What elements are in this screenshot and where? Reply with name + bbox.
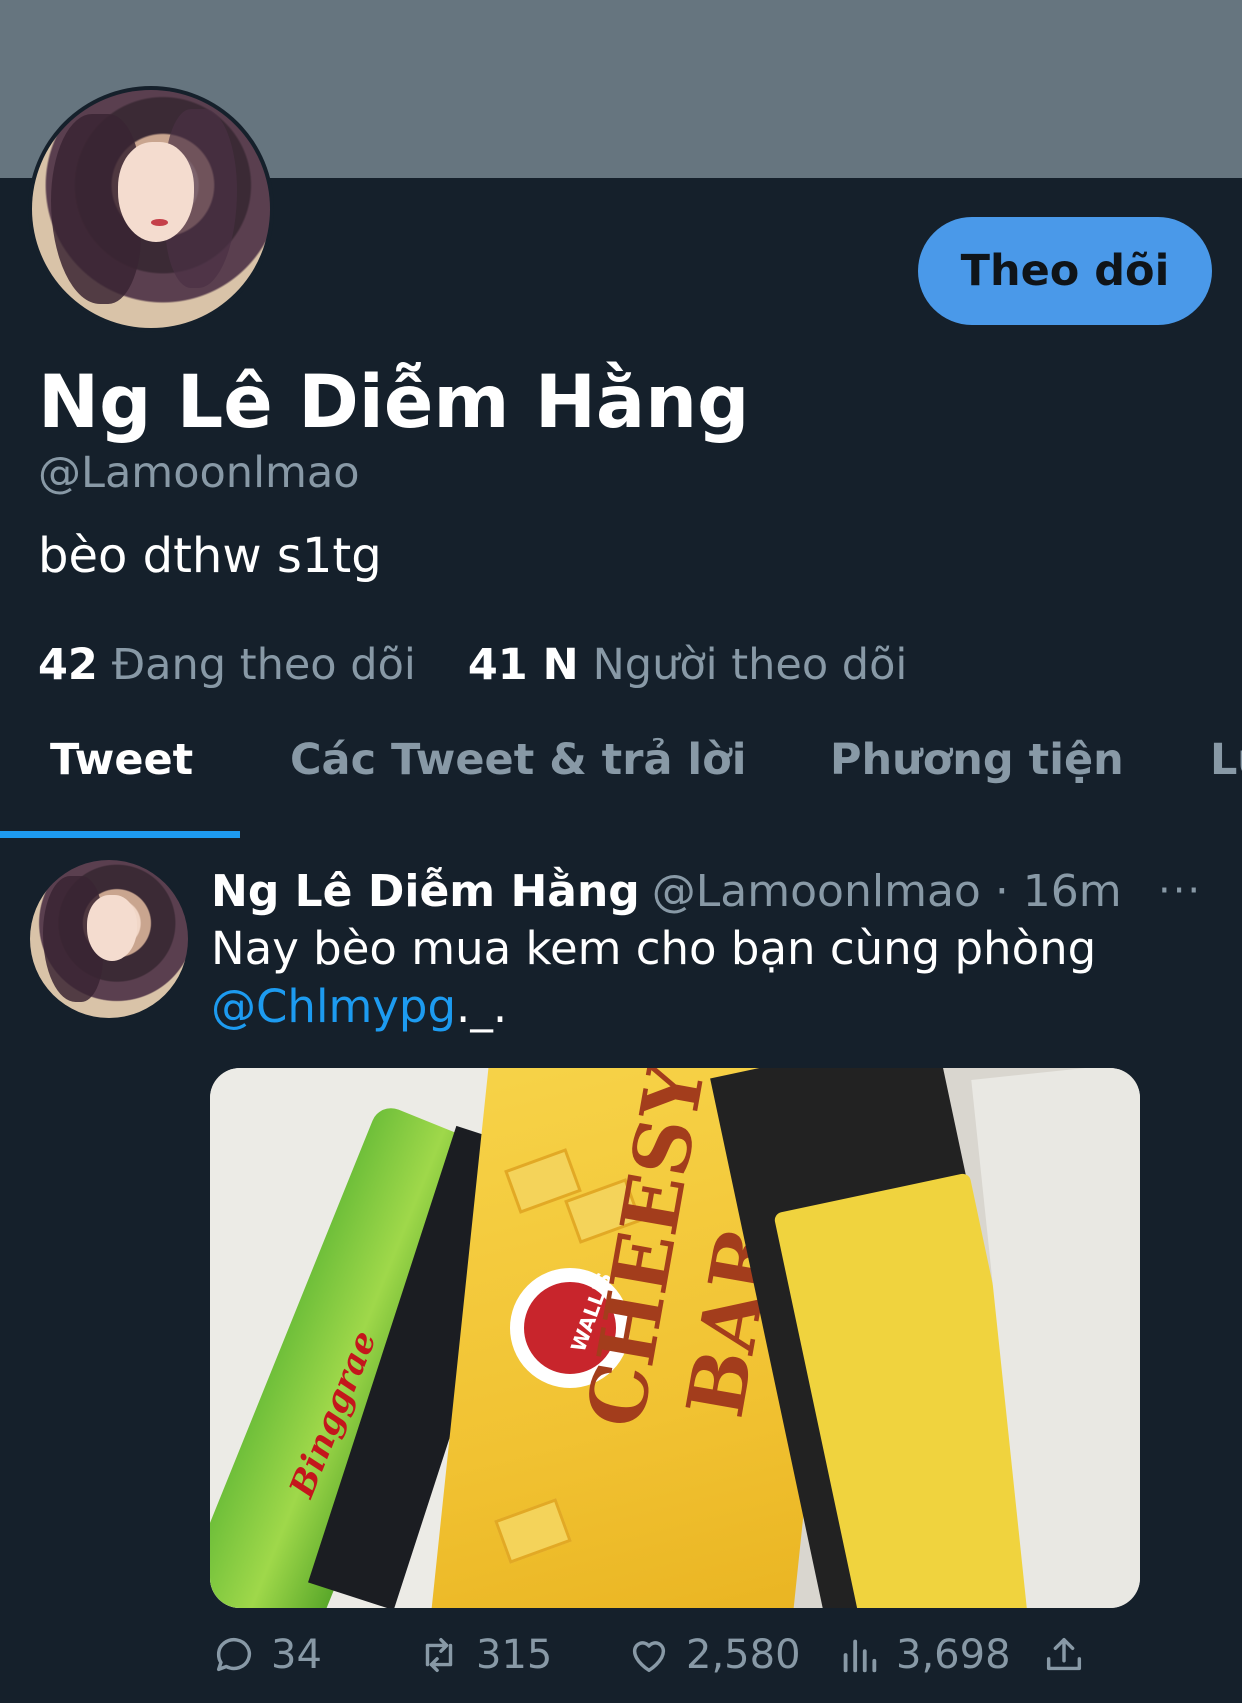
more-options-icon[interactable]: ··· [1158,868,1202,914]
avatar-image [32,90,270,328]
tweet-suffix: ._. [456,980,508,1033]
tab-likes[interactable]: Lư [1210,735,1242,785]
followers-count[interactable]: 41 N [468,640,579,690]
like-button[interactable]: 2,580 [626,1632,801,1678]
tweet-actions: 34 315 2,580 3,698 [211,1632,1111,1682]
tweet-body: Nay bèo mua kem cho bạn cùng phòng [211,922,1097,975]
reply-icon [216,1638,252,1672]
tweet-author-avatar[interactable] [30,860,188,1018]
active-tab-indicator [0,831,240,838]
following-count[interactable]: 42 [38,640,98,690]
profile-stats: 42 Đang theo dõi 41 N Người theo dõi [38,640,907,690]
tweet-header: Ng Lê Diễm Hằng @Lamoonlmao · 16m [211,866,1122,917]
tweet-text: Nay bèo mua kem cho bạn cùng phòng @Chlm… [211,920,1211,1036]
tweet-mention[interactable]: @Chlmypg [211,980,456,1033]
retweet-count: 315 [476,1632,553,1678]
tab-media[interactable]: Phương tiện [830,735,1124,785]
tab-tweets[interactable]: Tweet [50,735,193,785]
analytics-icon [843,1639,877,1673]
tweet-author-meta: @Lamoonlmao · 16m [651,866,1122,917]
retweet-button[interactable]: 315 [416,1632,552,1678]
profile-tabs: Tweet Các Tweet & trả lời Phương tiện Lư [0,735,1242,835]
profile-display-name: Ng Lê Diễm Hằng [38,360,750,445]
reply-count: 34 [271,1632,322,1678]
share-button[interactable] [1041,1632,1087,1678]
heart-icon [632,1641,666,1673]
tab-tweets-and-replies[interactable]: Các Tweet & trả lời [290,735,746,785]
views-button[interactable]: 3,698 [836,1632,1011,1678]
tweet-author-name[interactable]: Ng Lê Diễm Hằng [211,866,640,917]
like-count: 2,580 [686,1632,801,1678]
following-label[interactable]: Đang theo dõi [112,640,416,690]
profile-bio: bèo dthw s1tg [38,528,382,584]
followers-label[interactable]: Người theo dõi [593,640,908,690]
follow-button[interactable]: Theo dõi [918,217,1212,325]
reply-button[interactable]: 34 [211,1632,322,1678]
profile-avatar[interactable] [28,86,274,332]
views-count: 3,698 [896,1632,1011,1678]
share-icon [1046,1637,1082,1671]
retweet-icon [425,1637,453,1673]
profile-handle: @Lamoonlmao [38,448,360,498]
tweet-media-image[interactable]: Binggrae WALL'S CHEESY BAR [210,1068,1140,1608]
